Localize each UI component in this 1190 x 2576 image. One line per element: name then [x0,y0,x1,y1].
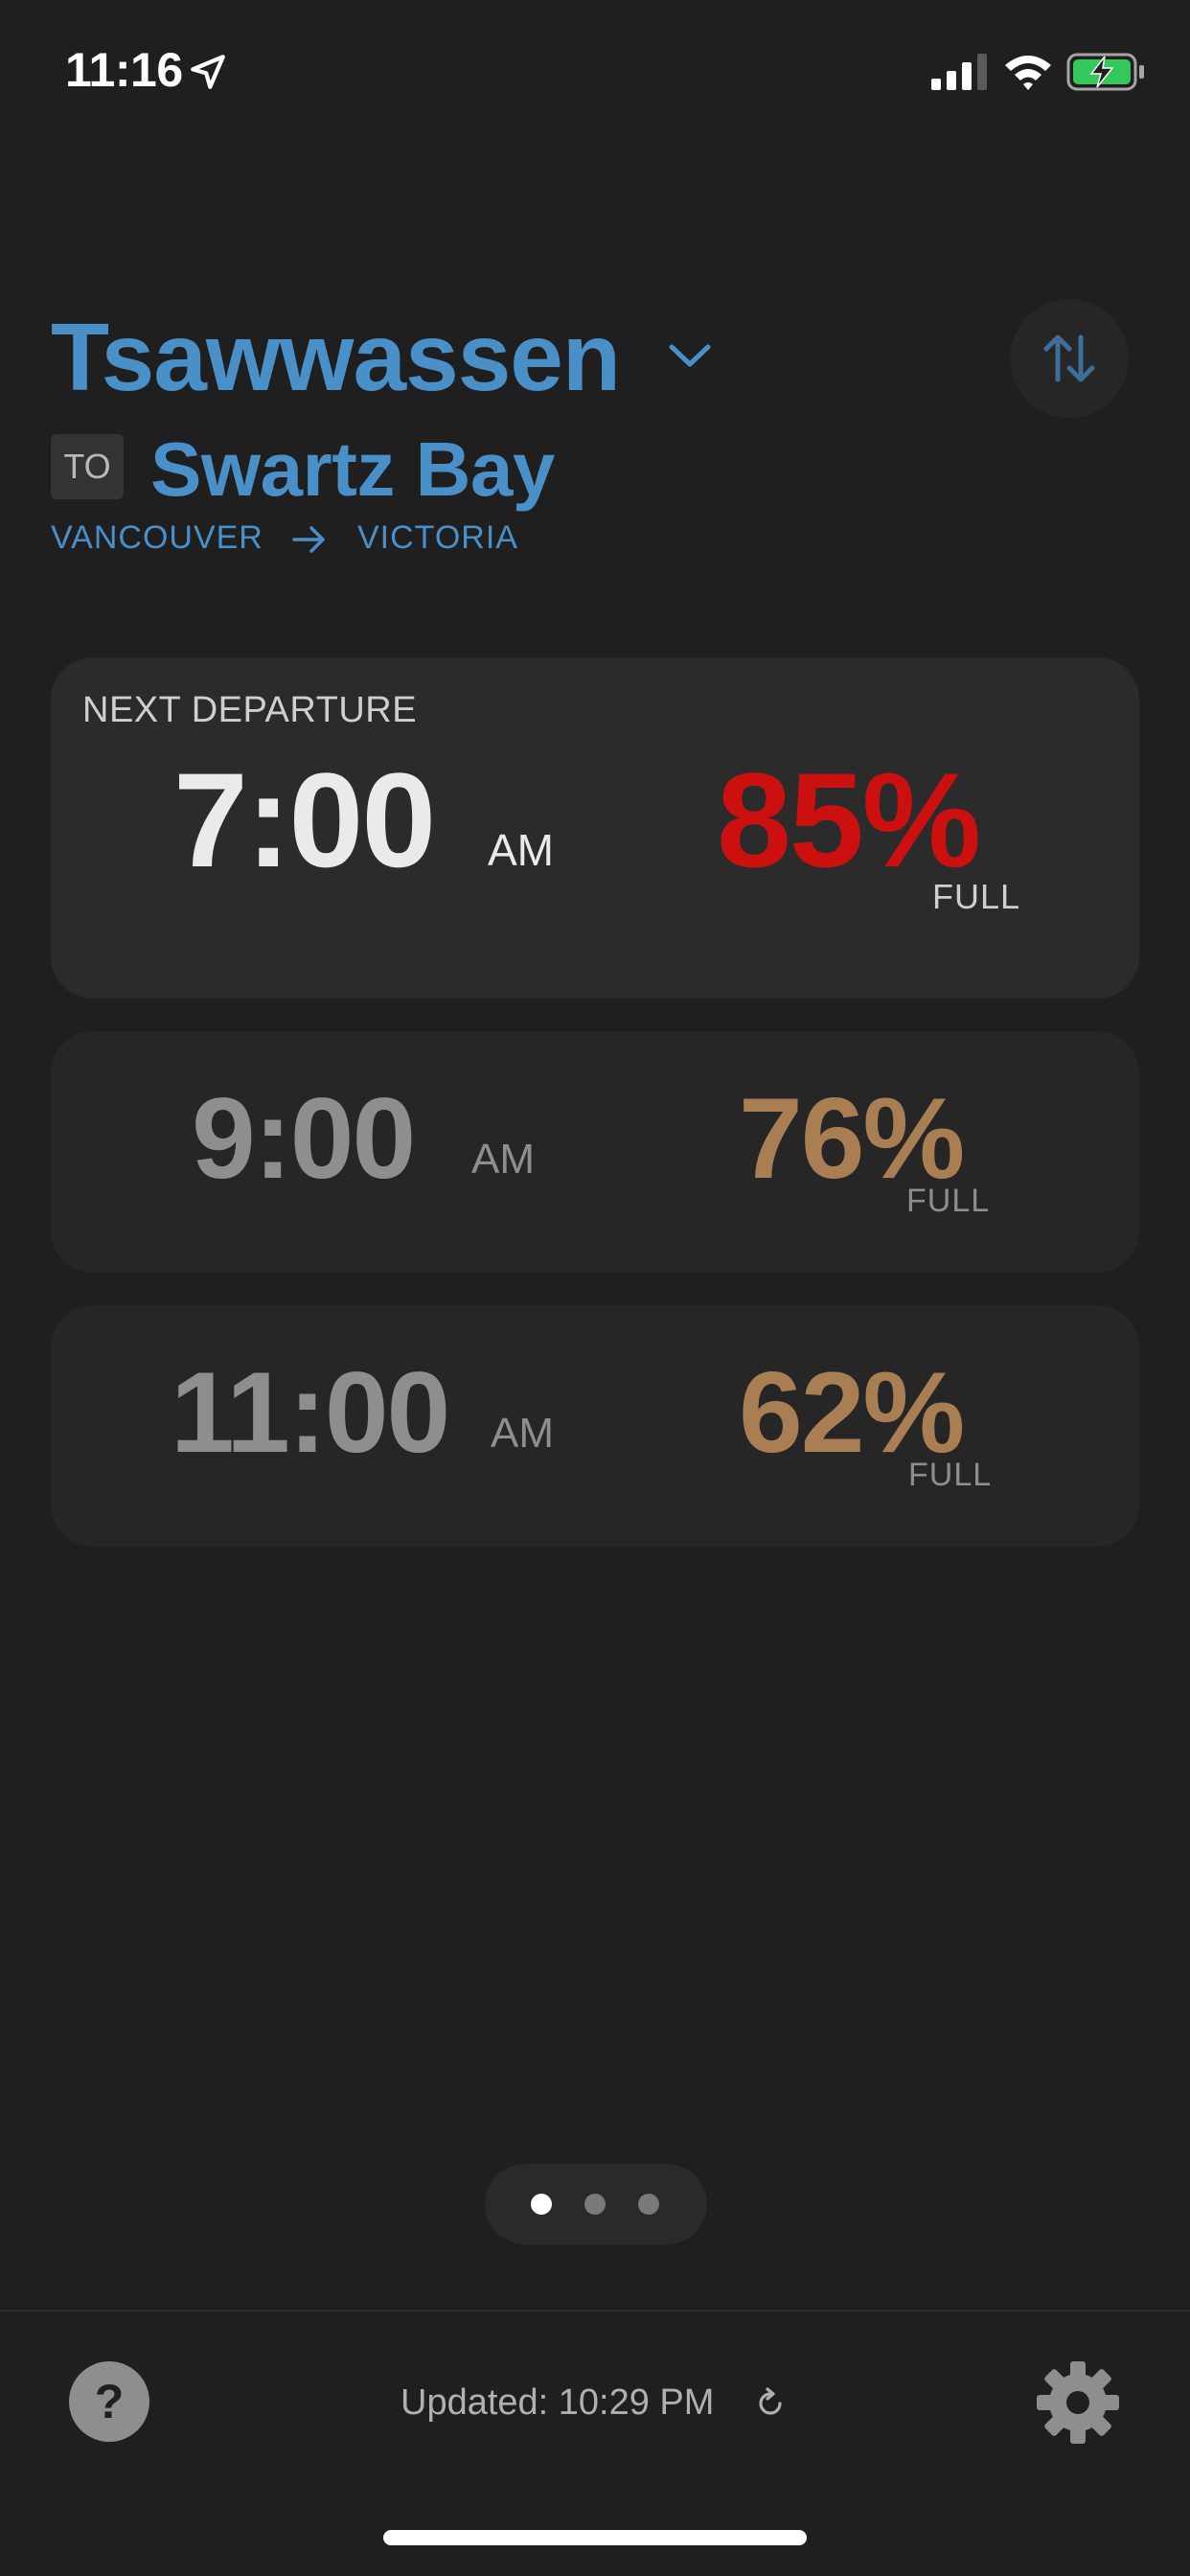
page-indicator[interactable] [485,2164,707,2244]
sailing-card[interactable]: 11:00 AM 62% FULL [51,1305,1139,1547]
sailing-card[interactable]: 9:00 AM 76% FULL [51,1031,1139,1273]
capacity-percent: 76% [739,1074,965,1203]
capacity-percent: 62% [739,1348,965,1477]
arrow-right-icon [292,526,325,553]
help-button[interactable]: ? [69,2361,149,2442]
capacity-percent: 85% [717,745,981,895]
departure-time: 9:00 [192,1074,416,1203]
departure-time: 11:00 [171,1348,450,1477]
page-dot[interactable] [584,2194,606,2215]
status-bar: 11:16 [0,0,1190,144]
chevron-down-icon[interactable] [666,339,714,374]
origin-terminal-name[interactable]: Tsawwassen [51,305,621,410]
departure-time: 7:00 [173,745,436,895]
capacity-full-label: FULL [932,877,1021,916]
to-city: VICTORIA [357,519,518,556]
next-departure-card[interactable]: NEXT DEPARTURE 7:00 AM 85% FULL [51,657,1139,999]
destination-terminal-name: Swartz Bay [150,426,555,512]
bottom-divider [0,2310,1190,2312]
page-dot-active[interactable] [531,2194,552,2215]
swap-arrows-icon [1043,334,1095,382]
cellular-signal-icon [931,54,987,90]
to-badge: TO [51,434,124,499]
next-departure-label: NEXT DEPARTURE [82,690,418,730]
from-city: VANCOUVER [51,519,263,556]
location-arrow-icon [191,55,225,89]
status-time: 11:16 [65,43,183,97]
page-dot[interactable] [638,2194,659,2215]
capacity-full-label: FULL [906,1183,991,1219]
departure-ampm: AM [471,1136,535,1183]
battery-charging-icon [1066,53,1144,91]
departure-ampm: AM [488,825,554,875]
gear-icon[interactable] [1035,2359,1121,2446]
last-updated-text: Updated: 10:29 PM [400,2382,715,2423]
question-mark-icon: ? [94,2375,125,2428]
swap-direction-button[interactable] [1010,299,1129,418]
refresh-icon[interactable] [753,2386,788,2421]
departure-ampm: AM [491,1410,554,1457]
home-indicator[interactable] [383,2530,807,2545]
capacity-full-label: FULL [908,1457,993,1493]
wifi-icon [1005,56,1051,90]
